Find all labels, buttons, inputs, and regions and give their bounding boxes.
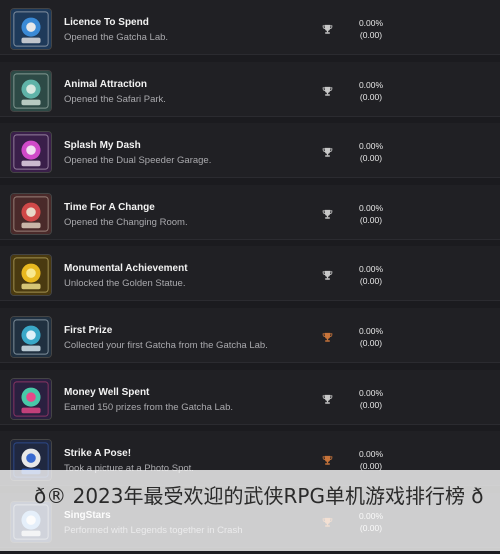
rarity-percent: 0.00% bbox=[358, 18, 384, 28]
achievement-title: Licence To Spend bbox=[64, 17, 149, 28]
bronze-trophy-icon bbox=[322, 455, 333, 466]
rarity-percent-sub: (0.00) bbox=[359, 91, 383, 102]
achievement-rarity: 0.00%(0.00) bbox=[352, 325, 390, 349]
achievement-row[interactable]: First Prize Collected your first Gatcha f… bbox=[0, 307, 500, 363]
silver-trophy-icon bbox=[322, 209, 333, 220]
rarity-percent-sub: (0.00) bbox=[359, 276, 383, 287]
achievement-row[interactable]: Licence To Spend Opened the Gatcha Lab. 0.… bbox=[0, 0, 500, 55]
changing-room-badge-icon bbox=[10, 192, 52, 235]
golden-statue-badge-icon bbox=[10, 254, 52, 297]
rarity-percent-sub: (0.00) bbox=[359, 337, 383, 348]
first-prize-badge-icon bbox=[10, 315, 52, 358]
achievement-row[interactable]: Money Well Spent Earned 150 prizes from t… bbox=[0, 369, 500, 425]
rarity-percent: 0.00% bbox=[358, 325, 384, 336]
achievement-rarity: 0.00%(0.00) bbox=[352, 387, 390, 411]
achievement-title: Money Well Spent bbox=[64, 386, 150, 398]
silver-trophy-icon bbox=[322, 394, 333, 405]
achievement-row[interactable]: Time For A Change Opened the Changing Roo… bbox=[0, 184, 500, 240]
achievement-description: Opened the Dual Speeder Garage. bbox=[64, 155, 212, 167]
achievement-rarity: 0.00%(0.00) bbox=[352, 448, 390, 472]
achievement-description: Opened the Safari Park. bbox=[64, 93, 166, 105]
achievement-title: First Prize bbox=[64, 324, 113, 336]
achievement-title: Time For A Change bbox=[64, 201, 155, 213]
rarity-percent: 0.00% bbox=[358, 387, 384, 398]
watermark-overlay-text: ð® 2023年最受欢迎的武侠RPG单机游戏排行榜 ð bbox=[34, 484, 484, 508]
silver-trophy-icon bbox=[322, 270, 333, 281]
silver-trophy-icon bbox=[322, 147, 333, 158]
rarity-percent-sub: (0.00) bbox=[359, 30, 383, 40]
achievement-rarity: 0.00%(0.00) bbox=[352, 202, 390, 226]
achievement-rarity: 0.00%(0.00) bbox=[352, 140, 390, 164]
achievement-row[interactable]: Monumental Achievement Unlocked the Golde… bbox=[0, 246, 500, 302]
achievement-description: Opened the Gatcha Lab. bbox=[64, 32, 169, 43]
bronze-trophy-icon bbox=[322, 332, 333, 343]
achievement-description: Collected your first Gatcha from the Gat… bbox=[64, 339, 268, 351]
achievement-description: Opened the Changing Room. bbox=[64, 216, 188, 228]
rarity-percent: 0.00% bbox=[358, 141, 384, 152]
speeder-garage-badge-icon bbox=[10, 131, 52, 174]
rarity-percent-sub: (0.00) bbox=[359, 399, 383, 410]
rarity-percent: 0.00% bbox=[358, 202, 384, 213]
money-well-spent-badge-icon bbox=[10, 377, 52, 420]
achievement-row[interactable]: Splash My Dash Opened the Dual Speeder Ga… bbox=[0, 123, 500, 179]
rarity-percent: 0.00% bbox=[358, 264, 384, 275]
achievement-title: Animal Attraction bbox=[64, 78, 147, 90]
silver-trophy-icon bbox=[322, 86, 333, 97]
achievement-row[interactable]: Animal Attraction Opened the Safari Park.… bbox=[0, 61, 500, 117]
achievement-rarity: 0.00%(0.00) bbox=[352, 79, 390, 103]
achievement-title: Splash My Dash bbox=[64, 140, 141, 152]
rarity-percent: 0.00% bbox=[358, 449, 384, 460]
rarity-percent: 0.00% bbox=[358, 79, 384, 90]
rarity-percent-sub: (0.00) bbox=[359, 214, 383, 225]
gatcha-lab-badge-icon bbox=[10, 8, 52, 50]
achievement-title: Strike A Pose! bbox=[64, 448, 132, 460]
achievement-rarity: 0.00%(0.00) bbox=[352, 263, 390, 287]
rarity-percent-sub: (0.00) bbox=[359, 153, 383, 164]
achievement-title: Monumental Achievement bbox=[64, 263, 188, 275]
achievement-rarity: 0.00% (0.00) bbox=[352, 17, 390, 41]
safari-park-badge-icon bbox=[10, 69, 52, 112]
achievement-description: Unlocked the Golden Statue. bbox=[64, 278, 186, 290]
silver-trophy-icon bbox=[322, 24, 333, 35]
achievement-description: Earned 150 prizes from the Gatcha Lab. bbox=[64, 401, 233, 413]
